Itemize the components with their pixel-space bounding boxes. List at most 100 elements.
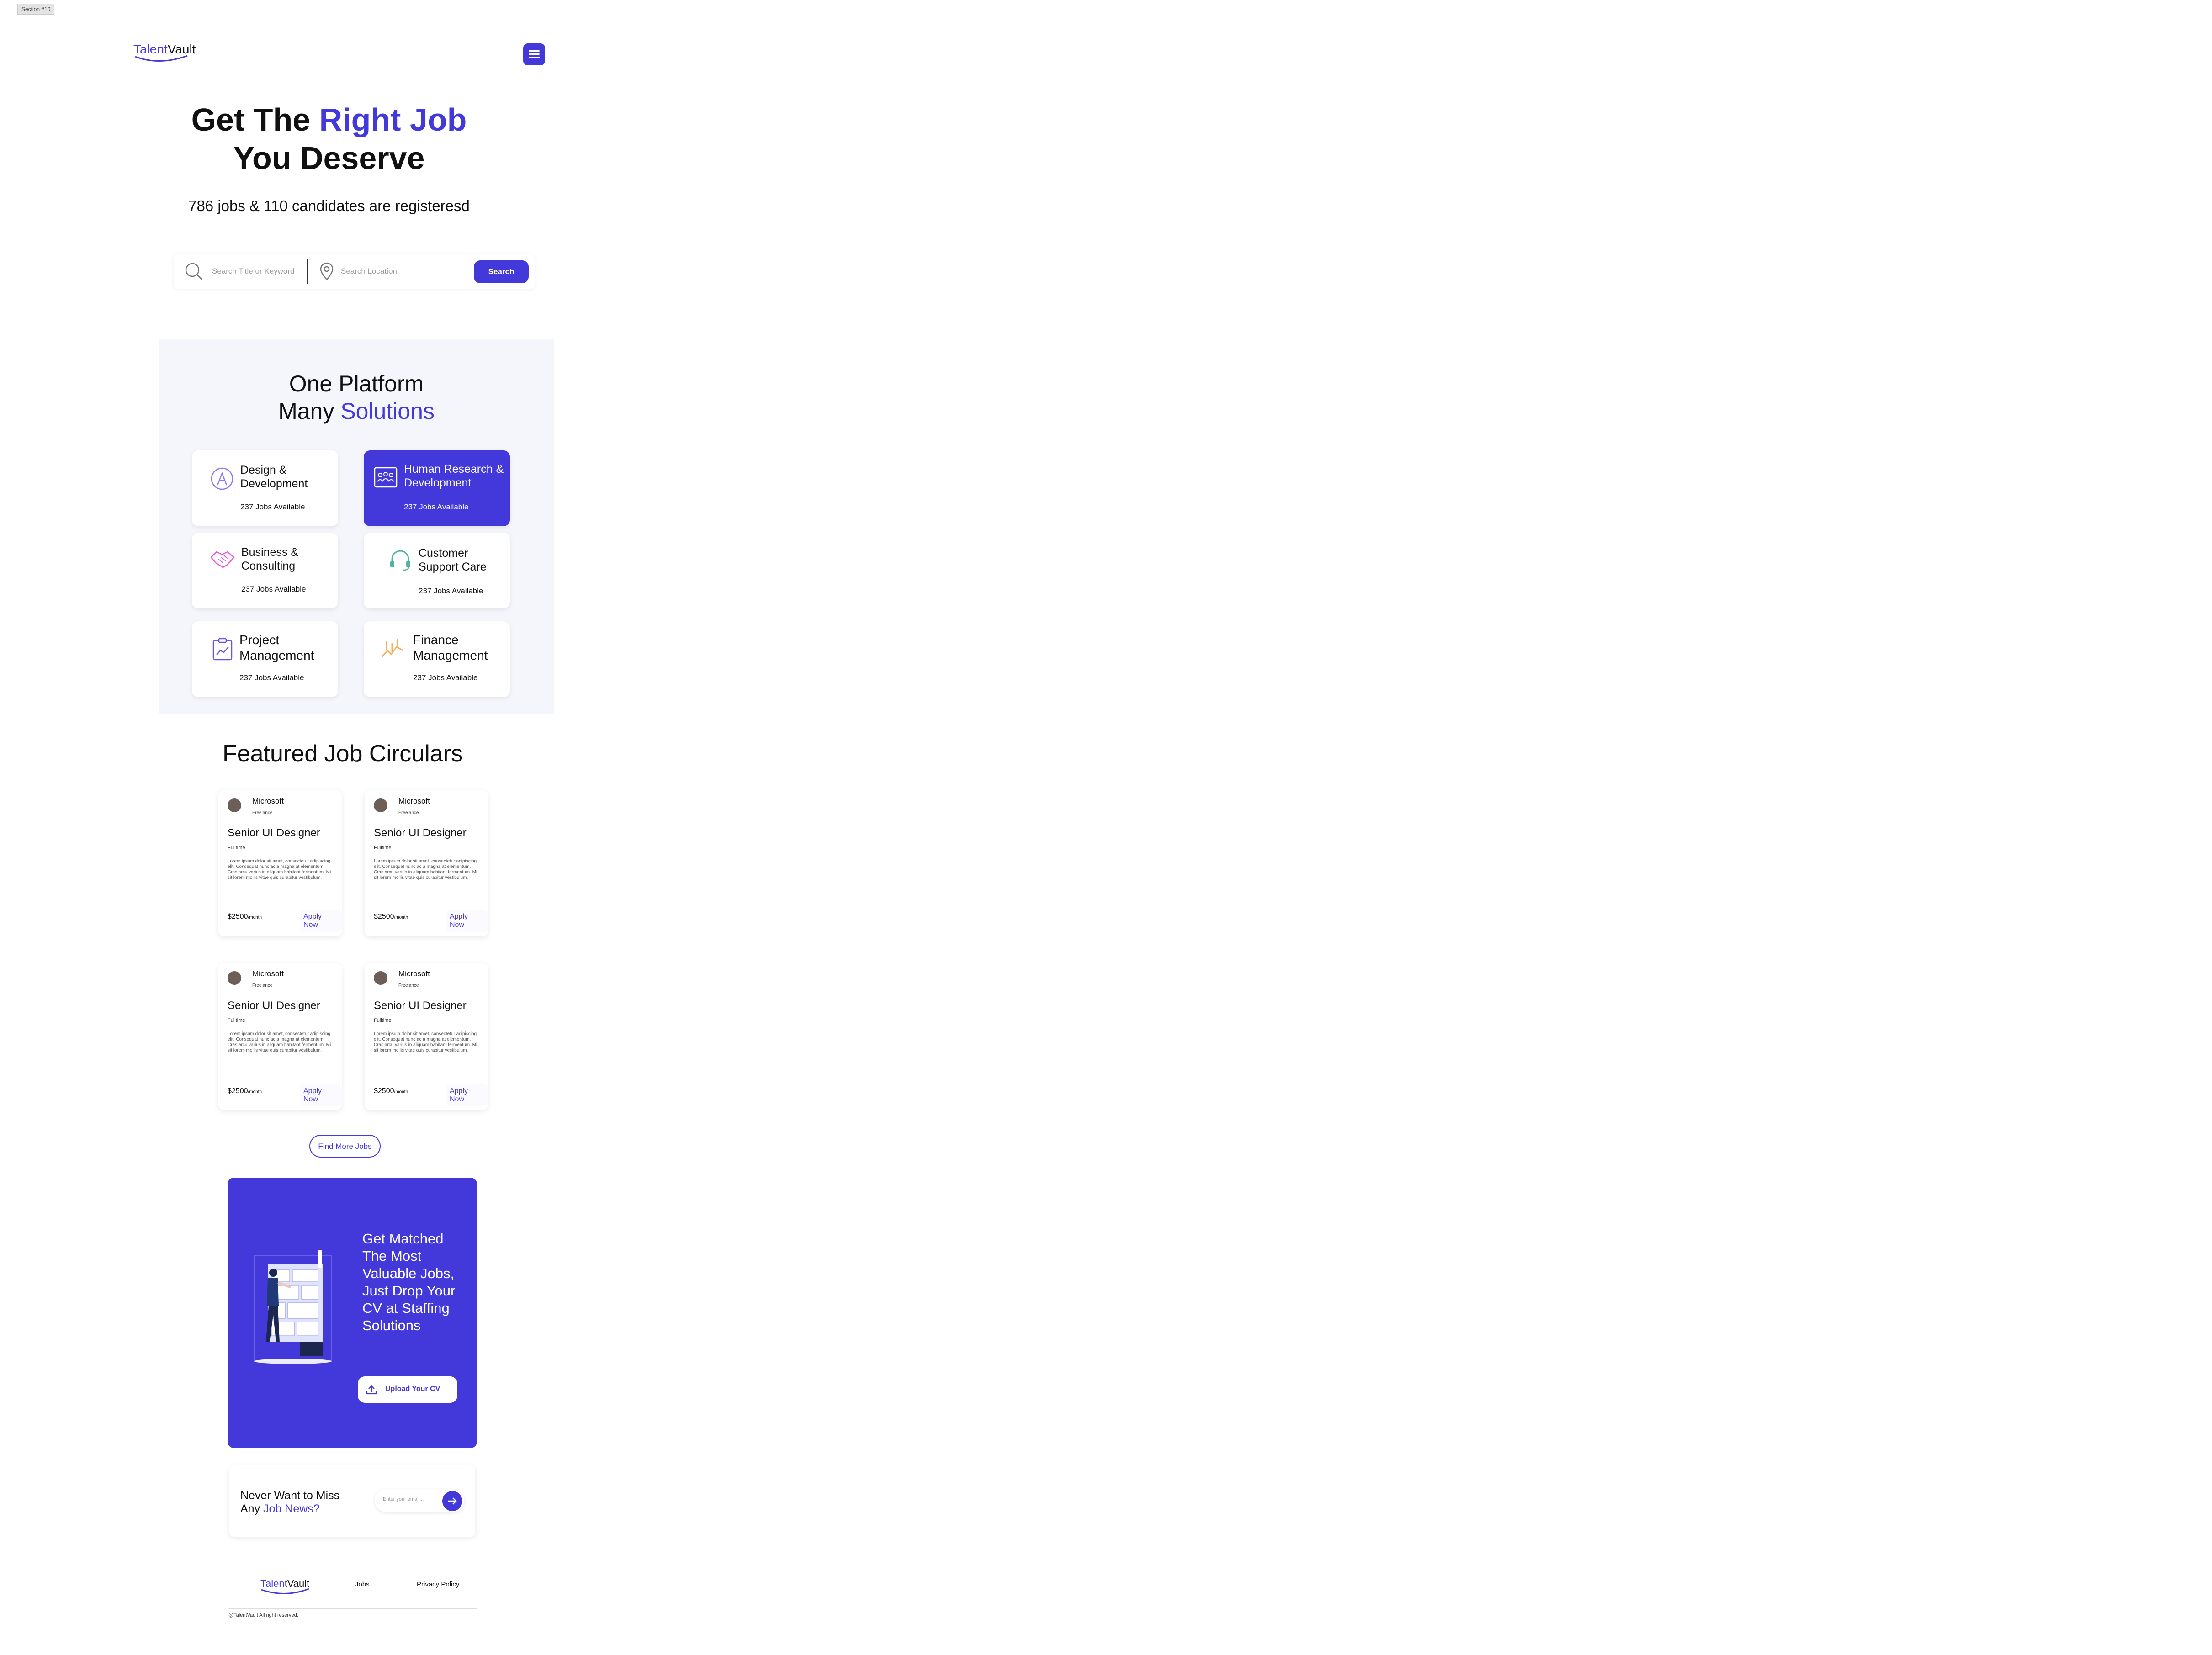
job-title: Senior UI Designer xyxy=(228,999,320,1012)
salary-amount: $2500 xyxy=(228,1087,248,1095)
category-name-line2: Development xyxy=(240,477,308,490)
category-name-line2: Management xyxy=(413,648,488,662)
job-description: Lorem ipsum dolor sit amet, consectetur … xyxy=(228,859,331,880)
category-card-finance[interactable]: Finance Management 237 Jobs Available xyxy=(364,621,510,697)
hero-title: Get The Right Job You Deserve xyxy=(0,100,658,177)
footer-logo[interactable]: TalentVault xyxy=(260,1578,309,1595)
logo-part1: Talent xyxy=(133,42,168,56)
newsletter-text: Never Want to Miss Any Job News? xyxy=(240,1489,339,1516)
category-name: Human Research & Development xyxy=(404,462,504,490)
category-count: 237 Jobs Available xyxy=(404,502,469,511)
logo[interactable]: TalentVault xyxy=(133,42,196,62)
chart-board-icon xyxy=(212,638,233,661)
job-title: Senior UI Designer xyxy=(228,827,320,839)
footer-link-privacy[interactable]: Privacy Policy xyxy=(417,1581,459,1588)
category-card-support[interactable]: Customer Support Care 237 Jobs Available xyxy=(364,533,510,608)
menu-button[interactable] xyxy=(523,43,545,65)
footer-divider xyxy=(228,1608,477,1609)
category-name: Customer Support Care xyxy=(419,546,487,574)
category-card-business[interactable]: Business & Consulting 237 Jobs Available xyxy=(192,533,338,608)
category-name-line1: Project xyxy=(239,633,280,647)
job-title: Senior UI Designer xyxy=(374,827,467,839)
category-card-design[interactable]: Design & Development 237 Jobs Available xyxy=(192,450,338,526)
category-name: Project Management xyxy=(239,632,314,663)
salary-period: /month xyxy=(394,1089,408,1095)
category-card-project[interactable]: Project Management 237 Jobs Available xyxy=(192,621,338,697)
category-card-human-research[interactable]: Human Research & Development 237 Jobs Av… xyxy=(364,450,510,526)
upload-cv-button[interactable]: Upload Your CV xyxy=(358,1376,457,1403)
salary-amount: $2500 xyxy=(228,913,248,920)
logo-part2: Vault xyxy=(167,42,196,56)
salary-period: /month xyxy=(248,915,262,920)
copyright: @TalentVault All right reserved. xyxy=(228,1613,298,1618)
salary-amount: $2500 xyxy=(374,913,394,920)
apply-now-button[interactable]: Apply Now xyxy=(446,910,488,932)
category-count: 237 Jobs Available xyxy=(419,587,483,595)
apply-now-button[interactable]: Apply Now xyxy=(300,1084,342,1106)
employment-type: Fulltime xyxy=(374,1018,392,1023)
headset-icon xyxy=(390,550,410,571)
hero-subtitle: 786 jobs & 110 candidates are registeres… xyxy=(188,197,470,214)
category-name-line2: Support Care xyxy=(419,560,487,573)
company-name: Microsoft xyxy=(398,797,430,805)
category-name-line2: Management xyxy=(239,648,314,662)
category-name-line1: Finance xyxy=(413,633,459,647)
company-avatar xyxy=(228,971,241,985)
category-name: Finance Management xyxy=(413,632,488,663)
employment-type: Fulltime xyxy=(228,845,245,851)
location-pin-icon xyxy=(320,262,334,280)
find-more-jobs-button[interactable]: Find More Jobs xyxy=(309,1135,381,1158)
location-search-input[interactable]: Search Location xyxy=(341,267,397,276)
company-avatar xyxy=(228,798,241,812)
job-type: Freelance xyxy=(252,983,273,988)
logo-swoosh-icon xyxy=(135,55,188,62)
newsletter-line1: Never Want to Miss xyxy=(240,1489,340,1502)
newsletter-submit-button[interactable] xyxy=(442,1491,462,1511)
category-name-line1: Design & xyxy=(240,464,287,476)
apply-now-button[interactable]: Apply Now xyxy=(446,1084,488,1106)
salary-amount: $2500 xyxy=(374,1087,394,1095)
company-name: Microsoft xyxy=(398,969,430,978)
company-name: Microsoft xyxy=(252,969,284,978)
hero-title-line2: You Deserve xyxy=(233,140,425,176)
category-name-line2: Consulting xyxy=(241,560,296,572)
job-type: Freelance xyxy=(398,983,419,988)
section-label: Section #10 xyxy=(17,4,55,15)
email-placeholder: Enter your email... xyxy=(383,1496,424,1502)
job-card[interactable]: Microsoft Freelance Senior UI Designer F… xyxy=(218,963,342,1110)
handshake-icon xyxy=(210,551,235,568)
cv-banner-text: Get Matched The Most Valuable Jobs, Just… xyxy=(362,1231,456,1333)
category-count: 237 Jobs Available xyxy=(240,502,305,511)
logo-swoosh-icon xyxy=(261,1588,309,1595)
apply-now-button[interactable]: Apply Now xyxy=(300,910,342,932)
newsletter-email-field[interactable]: Enter your email... xyxy=(375,1489,464,1512)
salary-period: /month xyxy=(394,915,408,920)
keyword-search-input[interactable]: Search Title or Keyword xyxy=(212,267,294,276)
arrow-right-icon xyxy=(448,1497,457,1505)
company-name: Microsoft xyxy=(252,797,284,805)
featured-title: Featured Job Circulars xyxy=(223,740,463,767)
finance-icon xyxy=(381,639,403,657)
search-button[interactable]: Search xyxy=(474,260,529,283)
cv-banner: Get Matched The Most Valuable Jobs, Just… xyxy=(228,1178,477,1448)
search-icon xyxy=(185,263,202,280)
search-divider xyxy=(307,259,308,284)
platform-title-accent: Solutions xyxy=(340,398,435,424)
job-type: Freelance xyxy=(398,810,419,815)
category-count: 237 Jobs Available xyxy=(239,673,304,682)
employment-type: Fulltime xyxy=(228,1018,245,1023)
employment-type: Fulltime xyxy=(374,845,392,851)
platform-section: One Platform Many Solutions Design & Dev… xyxy=(159,339,554,714)
salary-period: /month xyxy=(248,1089,262,1095)
job-card[interactable]: Microsoft Freelance Senior UI Designer F… xyxy=(365,963,488,1110)
job-card[interactable]: Microsoft Freelance Senior UI Designer F… xyxy=(365,790,488,936)
newsletter-line2-plain: Any xyxy=(240,1502,264,1515)
salary: $2500/month xyxy=(374,1087,408,1095)
footer-link-jobs[interactable]: Jobs xyxy=(355,1581,370,1588)
team-icon xyxy=(374,467,398,488)
job-card[interactable]: Microsoft Freelance Senior UI Designer F… xyxy=(218,790,342,936)
salary: $2500/month xyxy=(228,1087,262,1095)
platform-title-plain: Many xyxy=(278,398,341,424)
category-name-line2: Development xyxy=(404,476,472,489)
newsletter-line2-accent: Job News? xyxy=(263,1502,320,1515)
